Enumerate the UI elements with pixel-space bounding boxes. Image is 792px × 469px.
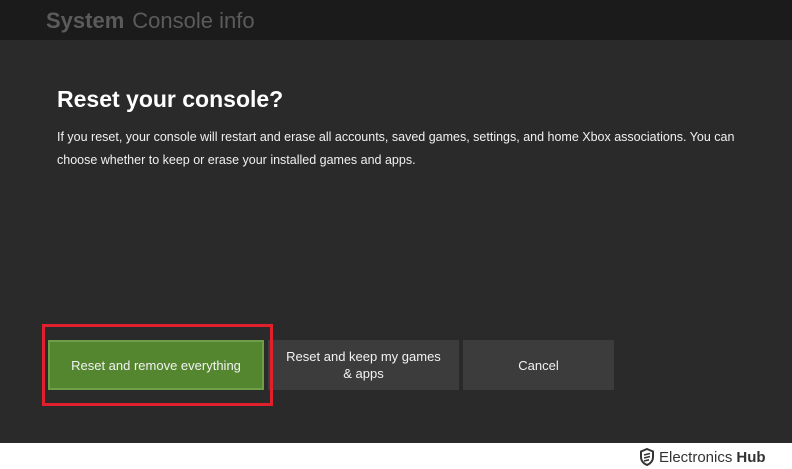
reset-keep-games-button[interactable]: Reset and keep my games & apps: [268, 340, 459, 390]
breadcrumb-page: Console info: [132, 8, 255, 33]
dialog-title: Reset your console?: [57, 86, 284, 112]
cancel-label: Cancel: [518, 357, 559, 373]
top-bar: System Console info: [0, 0, 792, 40]
reset-keep-games-label: Reset and keep my games & apps: [286, 349, 441, 381]
watermark: Electronics Hub: [640, 446, 766, 468]
cancel-button[interactable]: Cancel: [463, 340, 614, 390]
breadcrumb: System Console info: [46, 8, 255, 34]
reset-remove-everything-button[interactable]: Reset and remove everything: [48, 340, 264, 390]
breadcrumb-section: System: [46, 8, 125, 33]
electronicshub-logo-icon: [640, 448, 654, 466]
reset-remove-everything-label: Reset and remove everything: [71, 357, 241, 373]
watermark-brand: Electronics: [659, 448, 733, 466]
watermark-suffix: Hub: [736, 448, 766, 466]
dialog-message: If you reset, your console will restart …: [57, 130, 735, 167]
console-screen: System Console info Reset your console? I…: [0, 0, 792, 443]
